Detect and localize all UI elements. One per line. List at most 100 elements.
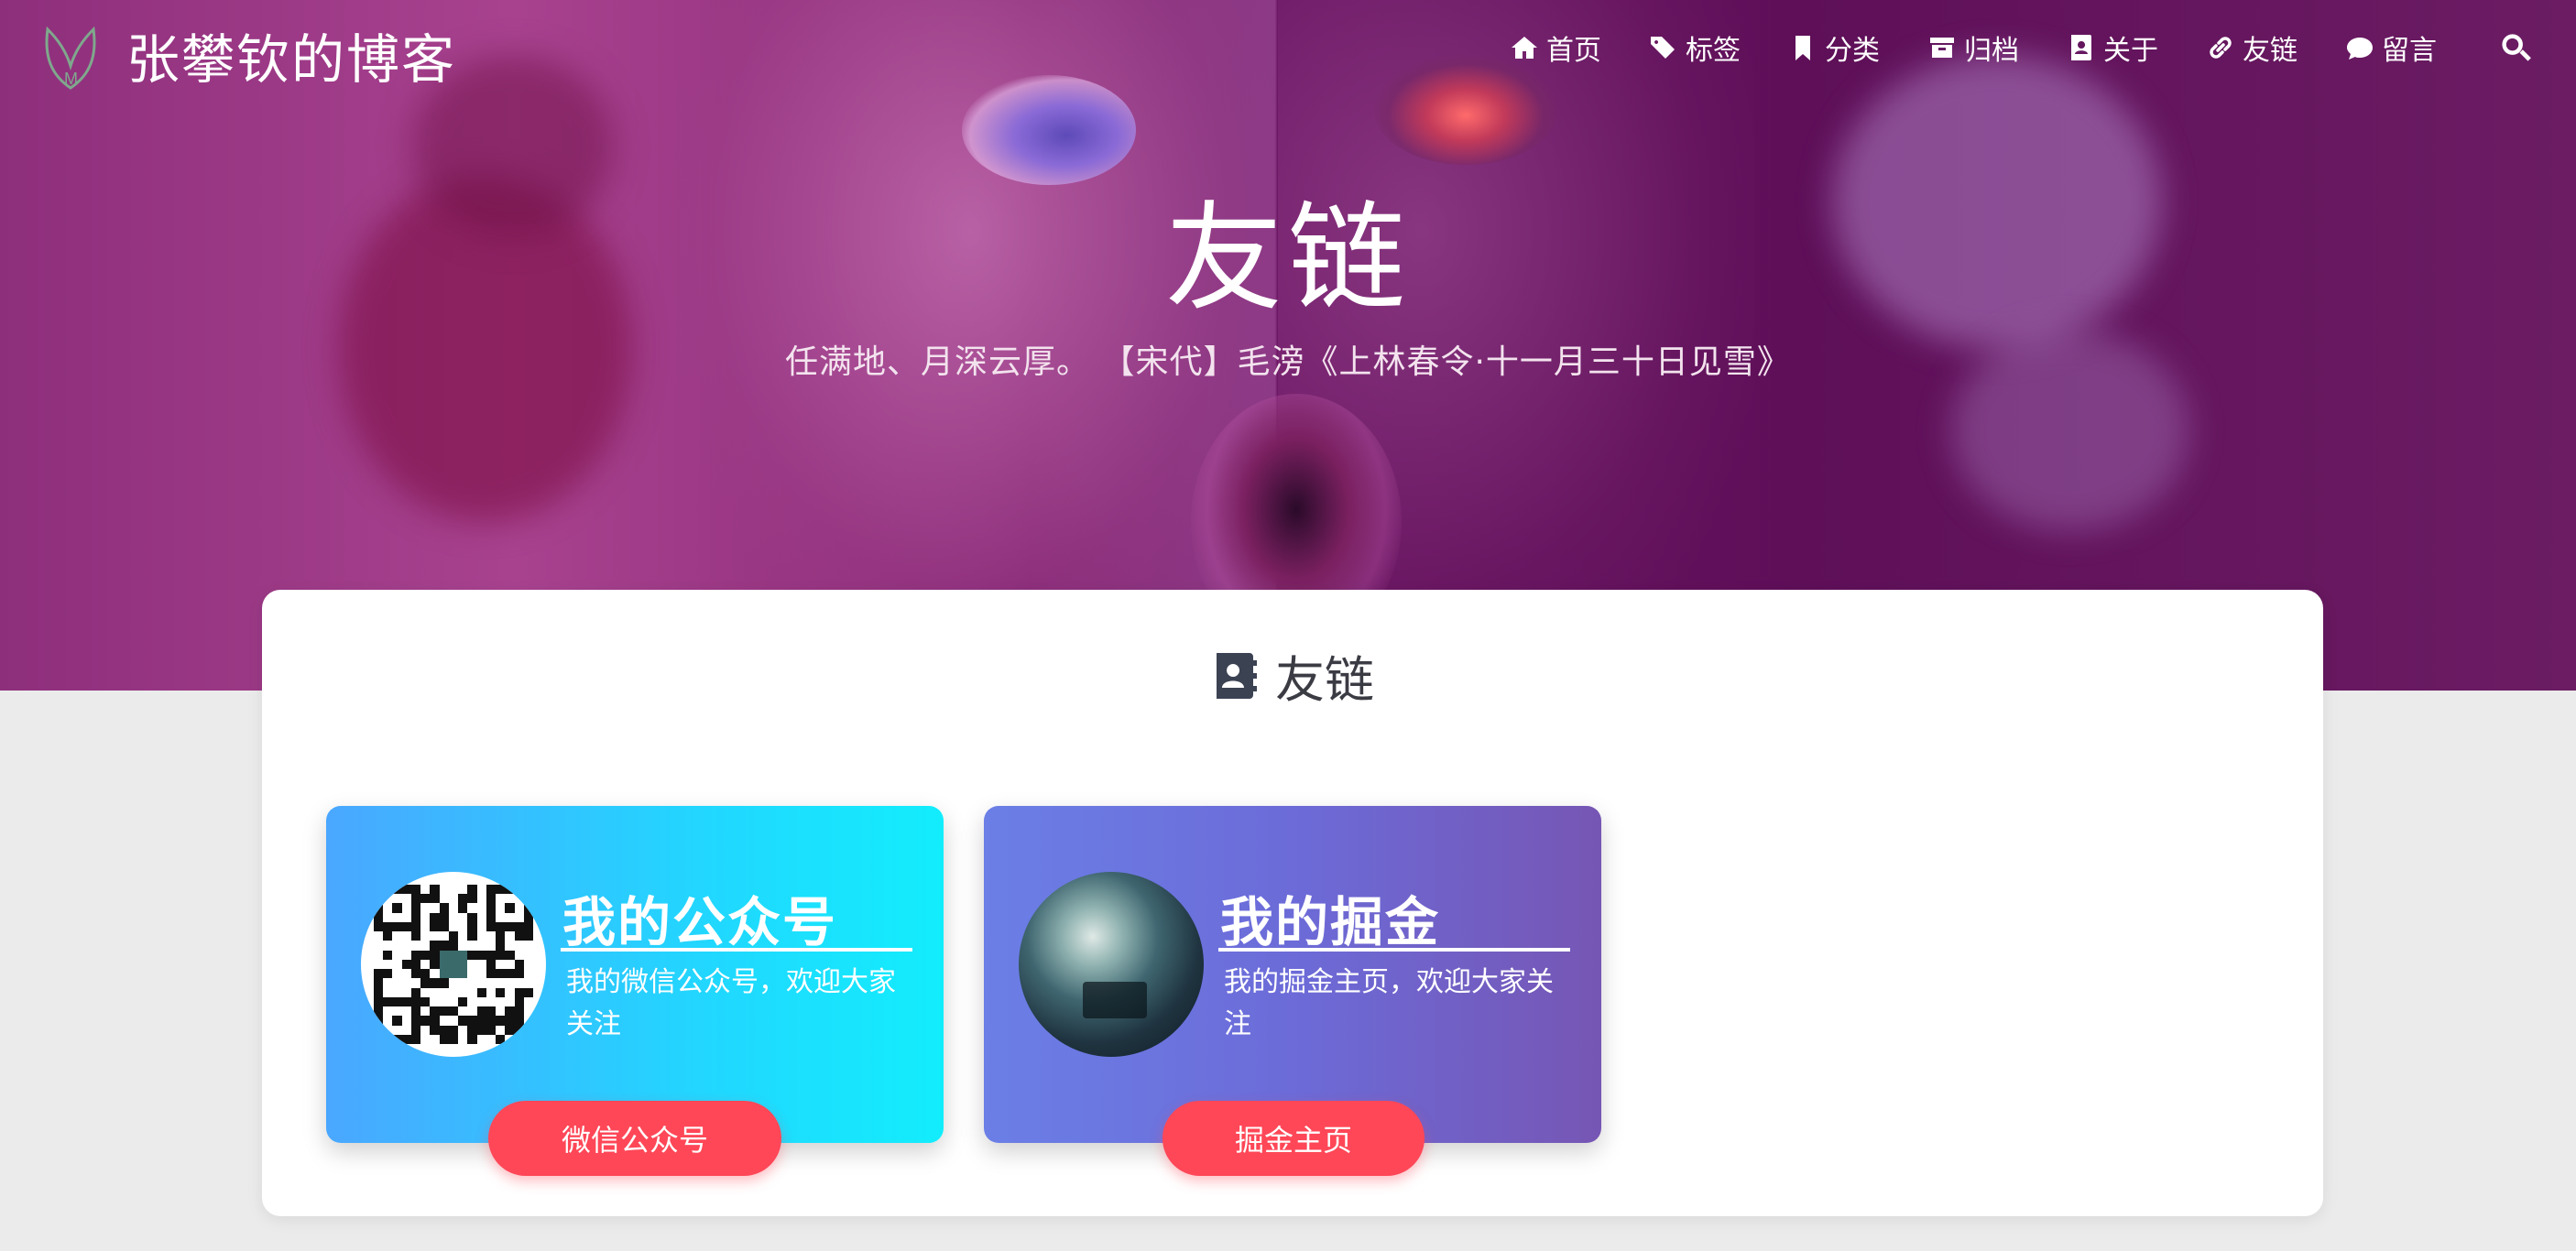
search-button[interactable] — [2484, 31, 2539, 64]
qr-module — [467, 1006, 476, 1016]
qr-module — [374, 885, 384, 895]
qr-module — [505, 913, 514, 922]
qr-module — [524, 941, 533, 950]
qr-module — [486, 969, 497, 979]
qr-module — [477, 894, 486, 903]
qr-module — [486, 941, 496, 950]
qr-module — [514, 969, 524, 979]
qr-module — [410, 1034, 421, 1044]
section-heading: 友链 — [262, 639, 2323, 712]
wechat-button[interactable]: 微信公众号 — [488, 1101, 781, 1176]
qr-module — [505, 941, 514, 950]
qr-module — [477, 1035, 486, 1044]
qr-module — [449, 913, 458, 922]
nav-label: 标签 — [1686, 35, 1741, 67]
qr-module — [392, 921, 402, 932]
qr-module — [496, 1026, 505, 1035]
qr-module — [392, 903, 402, 913]
qr-module — [505, 1016, 515, 1026]
qr-module — [410, 1025, 421, 1035]
qr-module — [420, 931, 430, 941]
qr-module — [383, 1006, 392, 1016]
nav-label: 归档 — [1964, 35, 2019, 67]
nav-item-about[interactable]: 关于 — [2067, 27, 2158, 68]
juejin-button[interactable]: 掘金主页 — [1162, 1101, 1424, 1176]
qr-module — [477, 969, 486, 978]
nav-label: 分类 — [1825, 35, 1880, 67]
qr-module — [383, 885, 393, 895]
qr-module — [448, 931, 459, 941]
qr-module — [449, 903, 458, 912]
scenery-avatar — [1019, 872, 1204, 1057]
qr-module — [383, 950, 393, 960]
qr-module — [496, 885, 506, 895]
friend-card[interactable]: 我的公众号 我的微信公众号，欢迎大家关注 — [326, 806, 944, 1143]
qr-module — [514, 921, 524, 932]
qr-module — [430, 885, 440, 895]
site-title[interactable]: 张攀钦的博客 — [126, 16, 456, 93]
qr-module — [515, 978, 524, 987]
qr-module — [496, 894, 505, 903]
qr-module — [458, 969, 468, 979]
nav-item-home[interactable]: 首页 — [1510, 27, 1601, 68]
qr-module — [505, 921, 515, 932]
divider — [561, 948, 912, 952]
qr-module — [449, 1016, 458, 1025]
qr-module — [430, 912, 440, 922]
qr-module — [476, 1016, 486, 1026]
qr-module — [392, 996, 402, 1007]
qr-module — [514, 931, 524, 941]
qr-module — [505, 960, 514, 969]
friend-name: 我的公众号 — [562, 891, 838, 953]
nav-item-tags[interactable]: 标签 — [1649, 27, 1741, 68]
qr-module — [430, 1016, 440, 1026]
qr-module — [410, 987, 421, 997]
qr-module — [420, 894, 431, 904]
address-book-icon — [2071, 35, 2091, 60]
qr-module — [410, 950, 421, 960]
qr-module — [430, 997, 439, 1006]
qr-module — [486, 885, 497, 895]
qr-module — [448, 950, 459, 960]
qr-module — [524, 960, 533, 969]
nav-item-links[interactable]: 友链 — [2206, 27, 2298, 68]
qr-module — [383, 903, 392, 912]
qr-module — [439, 950, 449, 960]
qr-module — [505, 969, 515, 979]
brand[interactable]: M 张攀钦的博客 — [42, 16, 456, 93]
qr-module — [467, 960, 476, 969]
qr-module — [496, 931, 506, 941]
qr-module — [374, 1025, 384, 1035]
nav-item-archive[interactable]: 归档 — [1927, 27, 2019, 68]
qr-module — [467, 941, 476, 950]
svg-text:M: M — [64, 70, 78, 88]
qr-module — [448, 1034, 459, 1044]
qr-module — [439, 978, 449, 988]
qr-module — [374, 941, 383, 950]
qr-module — [383, 1034, 393, 1044]
qr-module — [476, 1006, 486, 1017]
qr-module — [401, 1034, 411, 1044]
qr-module — [505, 885, 515, 895]
qr-module — [420, 885, 430, 894]
qr-module — [486, 997, 496, 1006]
qr-module — [477, 997, 486, 1006]
nav-item-messages[interactable]: 留言 — [2345, 27, 2437, 68]
qr-module — [467, 988, 476, 997]
qr-module — [486, 950, 497, 960]
qr-module — [374, 931, 383, 941]
qr-module — [402, 969, 411, 978]
qr-module — [515, 941, 524, 950]
qr-module — [496, 921, 506, 932]
qr-module — [505, 978, 514, 987]
qr-module — [458, 941, 467, 950]
qr-module — [439, 969, 449, 979]
nav-item-categories[interactable]: 分类 — [1788, 27, 1880, 68]
qr-module — [505, 1025, 515, 1035]
qr-module — [458, 894, 468, 904]
qr-module — [523, 894, 533, 904]
page-title: 友链 — [1164, 190, 1411, 327]
qr-module — [374, 921, 384, 932]
qr-module — [515, 903, 524, 912]
friend-card[interactable]: 我的掘金 我的掘金主页，欢迎大家关注 — [984, 806, 1601, 1143]
